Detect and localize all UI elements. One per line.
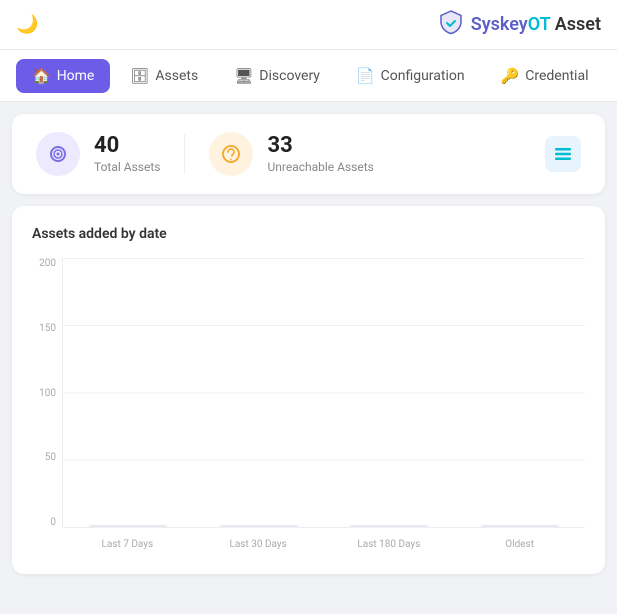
unreachable-icon-circle xyxy=(209,132,253,176)
charts-row: Assets added by date 200 150 100 50 0 xyxy=(12,206,605,574)
stat-unreachable: 33 Unreachable Assets xyxy=(209,132,373,176)
nav-item-assets[interactable]: 🗄 Assets xyxy=(114,59,214,93)
total-assets-number: 40 xyxy=(94,134,160,158)
y-axis: 200 150 100 50 0 xyxy=(32,258,62,528)
nav-label-configuration: Configuration xyxy=(381,68,465,84)
y-label-200: 200 xyxy=(39,258,56,269)
bar-group-180days xyxy=(324,525,455,527)
y-label-100: 100 xyxy=(39,388,56,399)
total-assets-icon-circle xyxy=(36,132,80,176)
home-icon: 🏠 xyxy=(32,67,51,85)
y-label-150: 150 xyxy=(39,323,56,334)
nav-item-home[interactable]: 🏠 Home xyxy=(16,59,110,93)
nav-item-discovery[interactable]: 🖥 Discovery xyxy=(218,59,336,93)
stats-left: 40 Total Assets 33 Unreachable Assets xyxy=(36,132,374,176)
chart-area: 200 150 100 50 0 xyxy=(32,258,585,558)
nav-label-assets: Assets xyxy=(155,68,198,84)
chart-title: Assets added by date xyxy=(32,226,585,242)
header-left: 🌙 xyxy=(16,14,38,35)
header: 🌙 SyskeyOT Asset xyxy=(0,0,617,50)
list-view-button[interactable] xyxy=(545,136,581,172)
x-label-30days: Last 30 Days xyxy=(193,539,324,550)
nav-bar: 🏠 Home 🗄 Assets 🖥 Discovery 📄 Configurat… xyxy=(0,50,617,102)
bar-30days xyxy=(220,525,298,527)
y-label-50: 50 xyxy=(45,452,56,463)
x-label-oldest: Oldest xyxy=(454,539,585,550)
nav-label-home: Home xyxy=(57,68,95,84)
unreachable-label: Unreachable Assets xyxy=(267,160,373,174)
assets-icon: 🗄 xyxy=(130,67,149,85)
stats-section: 40 Total Assets 33 Unreachable Assets xyxy=(12,114,605,194)
bar-group-7days xyxy=(63,525,194,527)
brand-logo: SyskeyOT Asset xyxy=(437,9,601,41)
nav-item-di[interactable]: ⊞ Di xyxy=(608,59,617,93)
nav-item-credential[interactable]: 🔑 Credential xyxy=(485,59,605,93)
total-assets-info: 40 Total Assets xyxy=(94,134,160,174)
assets-by-date-card: Assets added by date 200 150 100 50 0 xyxy=(12,206,605,574)
total-assets-label: Total Assets xyxy=(94,160,160,174)
stat-divider xyxy=(184,134,185,174)
brand-ot: OT xyxy=(528,14,551,35)
bar-group-oldest xyxy=(455,525,586,527)
bars-container xyxy=(62,258,585,528)
unreachable-number: 33 xyxy=(267,134,373,158)
x-label-180days: Last 180 Days xyxy=(324,539,455,550)
nav-label-discovery: Discovery xyxy=(259,68,320,84)
bar-oldest xyxy=(481,525,559,527)
nav-item-configuration[interactable]: 📄 Configuration xyxy=(340,59,481,93)
bar-group-30days xyxy=(194,525,325,527)
credential-icon: 🔑 xyxy=(501,67,520,85)
discovery-icon: 🖥 xyxy=(234,67,253,85)
brand-asset: Asset xyxy=(550,14,601,35)
config-icon: 📄 xyxy=(356,67,375,85)
y-label-0: 0 xyxy=(50,517,56,528)
stat-total-assets: 40 Total Assets xyxy=(36,132,160,176)
x-label-7days: Last 7 Days xyxy=(62,539,193,550)
x-labels: Last 7 Days Last 30 Days Last 180 Days O… xyxy=(62,530,585,558)
unreachable-info: 33 Unreachable Assets xyxy=(267,134,373,174)
brand-syskey: Syskey xyxy=(471,14,528,35)
dark-mode-icon[interactable]: 🌙 xyxy=(16,14,38,35)
shield-icon xyxy=(437,9,465,41)
bar-7days xyxy=(89,525,167,527)
bar-180days xyxy=(350,525,428,527)
nav-label-credential: Credential xyxy=(525,68,588,84)
brand-name: SyskeyOT Asset xyxy=(471,14,601,35)
